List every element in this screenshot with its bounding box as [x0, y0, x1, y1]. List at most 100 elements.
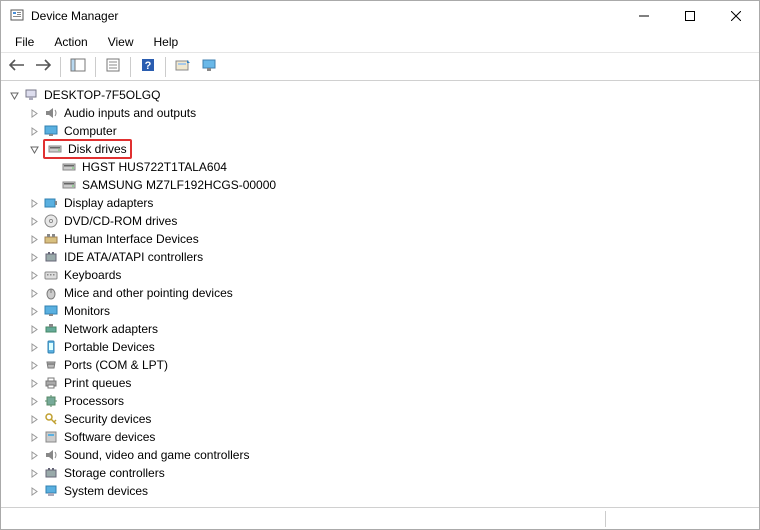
system-icon [43, 483, 59, 499]
arrow-right-icon [35, 59, 51, 74]
chevron-right-icon[interactable] [27, 304, 41, 318]
mouse-icon [43, 285, 59, 301]
tree-label: Storage controllers [63, 466, 166, 480]
tree-label: Print queues [63, 376, 132, 390]
tree-label: Ports (COM & LPT) [63, 358, 169, 372]
chevron-down-icon[interactable] [7, 88, 21, 102]
chevron-right-icon[interactable] [27, 106, 41, 120]
menu-view[interactable]: View [98, 33, 144, 51]
chevron-right-icon[interactable] [27, 214, 41, 228]
tree-item-print[interactable]: Print queues [3, 374, 757, 392]
tree-label: Software devices [63, 430, 156, 444]
show-hide-button[interactable] [66, 56, 90, 78]
chevron-right-icon[interactable] [27, 322, 41, 336]
chevron-down-icon[interactable] [27, 142, 41, 156]
close-button[interactable] [713, 1, 759, 31]
tree-label: SAMSUNG MZ7LF192HCGS-00000 [81, 178, 277, 192]
monitor-icon [43, 303, 59, 319]
monitor-icon [43, 123, 59, 139]
properties-icon [106, 58, 120, 75]
app-icon [9, 8, 25, 24]
tree-item-system[interactable]: System devices [3, 482, 757, 500]
tree-label: Computer [63, 124, 118, 138]
chevron-right-icon[interactable] [27, 124, 41, 138]
back-button[interactable] [5, 56, 29, 78]
toolbar: ? [1, 53, 759, 81]
chevron-right-icon[interactable] [27, 484, 41, 498]
tree-item-ide[interactable]: IDE ATA/ATAPI controllers [3, 248, 757, 266]
cpu-icon [43, 393, 59, 409]
tree-label: Keyboards [63, 268, 122, 282]
chevron-right-icon[interactable] [27, 376, 41, 390]
scan-icon [175, 58, 191, 75]
tree-label: Sound, video and game controllers [63, 448, 250, 462]
monitor-icon [201, 58, 217, 75]
maximize-button[interactable] [667, 1, 713, 31]
chevron-right-icon[interactable] [27, 466, 41, 480]
tree-label: Monitors [63, 304, 111, 318]
computer-icon [23, 87, 39, 103]
device-manager-window: Device Manager File Action View Help [0, 0, 760, 530]
device-tree[interactable]: DESKTOP-7F5OLGQ Audio inputs and outputs [1, 82, 759, 507]
software-icon [43, 429, 59, 445]
tree-item-ports[interactable]: Ports (COM & LPT) [3, 356, 757, 374]
tree-item-dvd[interactable]: DVD/CD-ROM drives [3, 212, 757, 230]
chevron-right-icon[interactable] [27, 430, 41, 444]
menubar: File Action View Help [1, 31, 759, 53]
display-adapter-icon [43, 195, 59, 211]
toolbar-separator [130, 57, 131, 77]
chevron-right-icon[interactable] [27, 412, 41, 426]
chevron-right-icon[interactable] [27, 196, 41, 210]
tree-item-storage[interactable]: Storage controllers [3, 464, 757, 482]
tree-item-sound[interactable]: Sound, video and game controllers [3, 446, 757, 464]
tree-label: Audio inputs and outputs [63, 106, 197, 120]
chevron-right-icon[interactable] [27, 394, 41, 408]
tree-item-disk-child[interactable]: SAMSUNG MZ7LF192HCGS-00000 [3, 176, 757, 194]
tree-item-network[interactable]: Network adapters [3, 320, 757, 338]
tree-item-software[interactable]: Software devices [3, 428, 757, 446]
tree-root[interactable]: DESKTOP-7F5OLGQ [3, 86, 757, 104]
chevron-right-icon[interactable] [27, 340, 41, 354]
tree-item-portable[interactable]: Portable Devices [3, 338, 757, 356]
tree-item-monitors[interactable]: Monitors [3, 302, 757, 320]
help-icon: ? [141, 58, 155, 75]
tree-item-audio[interactable]: Audio inputs and outputs [3, 104, 757, 122]
tree-item-disk-drives[interactable]: Disk drives [3, 140, 757, 158]
panel-icon [70, 58, 86, 75]
tree-item-processors[interactable]: Processors [3, 392, 757, 410]
key-icon [43, 411, 59, 427]
menu-help[interactable]: Help [144, 33, 189, 51]
chevron-right-icon[interactable] [27, 286, 41, 300]
svg-text:?: ? [145, 60, 152, 72]
content-area: DESKTOP-7F5OLGQ Audio inputs and outputs [1, 81, 759, 507]
titlebar: Device Manager [1, 1, 759, 31]
tree-label: System devices [63, 484, 149, 498]
tree-item-security[interactable]: Security devices [3, 410, 757, 428]
tree-item-hid[interactable]: Human Interface Devices [3, 230, 757, 248]
chevron-right-icon[interactable] [27, 250, 41, 264]
tree-label: DVD/CD-ROM drives [63, 214, 178, 228]
tree-item-disk-child[interactable]: HGST HUS722T1TALA604 [3, 158, 757, 176]
chevron-right-icon[interactable] [27, 448, 41, 462]
help-button[interactable]: ? [136, 56, 160, 78]
chevron-right-icon[interactable] [27, 232, 41, 246]
toolbar-separator [165, 57, 166, 77]
menu-file[interactable]: File [5, 33, 44, 51]
scan-hardware-button[interactable] [171, 56, 195, 78]
tree-label: Disk drives [67, 142, 128, 156]
tree-item-display[interactable]: Display adapters [3, 194, 757, 212]
properties-button[interactable] [101, 56, 125, 78]
printer-icon [43, 375, 59, 391]
network-icon [43, 321, 59, 337]
monitor-button[interactable] [197, 56, 221, 78]
portable-icon [43, 339, 59, 355]
chevron-right-icon[interactable] [27, 358, 41, 372]
tree-item-mice[interactable]: Mice and other pointing devices [3, 284, 757, 302]
chevron-right-icon[interactable] [27, 268, 41, 282]
tree-item-computer[interactable]: Computer [3, 122, 757, 140]
forward-button[interactable] [31, 56, 55, 78]
minimize-button[interactable] [621, 1, 667, 31]
menu-action[interactable]: Action [44, 33, 97, 51]
tree-item-keyboards[interactable]: Keyboards [3, 266, 757, 284]
arrow-left-icon [9, 59, 25, 74]
